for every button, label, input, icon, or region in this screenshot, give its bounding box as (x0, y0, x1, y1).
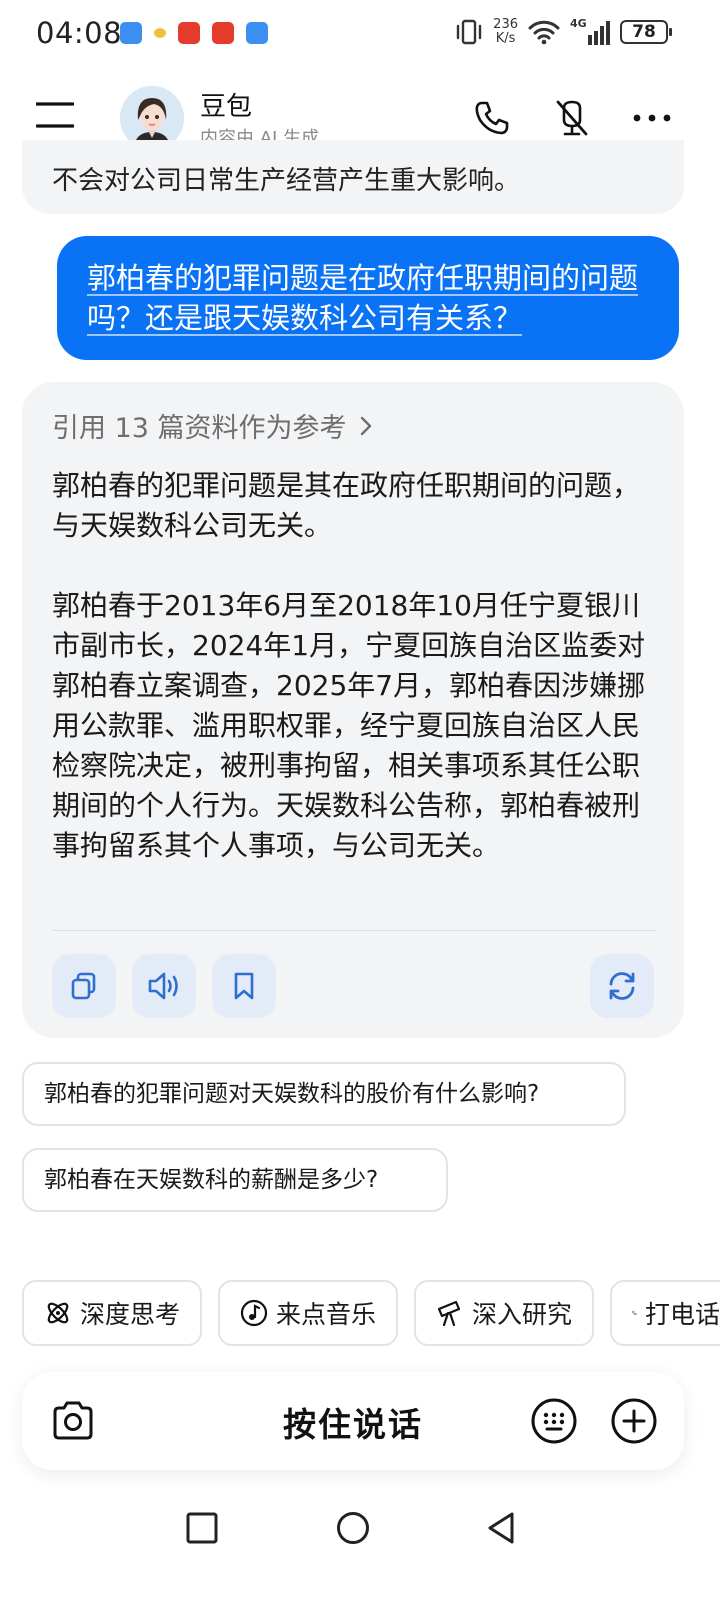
phone-icon (632, 1310, 637, 1316)
notification-app-icon (212, 22, 234, 44)
tool-music[interactable]: 来点音乐 (218, 1280, 398, 1346)
notification-icons (120, 22, 268, 44)
recent-apps-icon[interactable] (184, 1510, 220, 1546)
user-message-text: 郭柏春的犯罪问题是在政府任职期间的问题吗？还是跟天娱数科公司有关系？ (87, 261, 639, 335)
net-speed-value: 236 (493, 17, 518, 32)
atom-icon (47, 1302, 69, 1324)
user-message-bubble[interactable]: 郭柏春的犯罪问题是在政府任职期间的问题吗？还是跟天娱数科公司有关系？ (57, 236, 679, 360)
wifi-icon (528, 20, 560, 45)
notification-dot-icon (154, 28, 166, 38)
cell-signal: 4G (570, 17, 610, 45)
home-icon[interactable] (335, 1510, 371, 1546)
ai-answer-text[interactable]: 郭柏春的犯罪问题是其在政府任职期间的问题，与天娱数科公司无关。 郭柏春于2013… (52, 466, 656, 906)
telescope-icon (437, 1300, 461, 1327)
tool-label: 深度思考 (80, 1300, 181, 1329)
back-icon[interactable] (484, 1510, 520, 1546)
speaker-icon (148, 972, 178, 1000)
refresh-icon (609, 972, 635, 1000)
tool-label: 打电话 (644, 1300, 720, 1329)
tool-deep-think[interactable]: 深度思考 (22, 1280, 202, 1346)
more-icon[interactable] (632, 98, 672, 138)
bookmark-button[interactable] (212, 954, 276, 1018)
copy-button[interactable] (52, 954, 116, 1018)
regenerate-button[interactable] (590, 954, 654, 1018)
input-bar: 按住说话 (22, 1372, 684, 1470)
bookmark-icon (234, 972, 254, 1000)
menu-icon[interactable] (36, 100, 74, 130)
read-aloud-button[interactable] (132, 954, 196, 1018)
hold-to-talk-button[interactable]: 按住说话 (22, 1398, 684, 1446)
notification-app-icon (178, 22, 200, 44)
status-time: 04:08 (36, 16, 123, 50)
tool-deep-research[interactable]: 深入研究 (414, 1280, 594, 1346)
previous-message-text: 不会对公司日常生产经营产生重大影响。 (52, 166, 521, 196)
chevron-right-icon (360, 416, 371, 435)
ai-answer-card: 引用 13 篇资料作为参考 郭柏春的犯罪问题是其在政府任职期间的问题，与天娱数科… (22, 382, 684, 1038)
battery-indicator: 78 (620, 20, 672, 44)
tool-phone-call[interactable]: 打电话 (610, 1280, 720, 1346)
bot-name: 豆包 (200, 92, 253, 122)
copy-icon (71, 972, 96, 1000)
tool-label: 深入研究 (472, 1300, 573, 1329)
tool-label: 来点音乐 (276, 1300, 377, 1329)
net-speed-unit: K/s (495, 31, 516, 46)
plus-icon[interactable] (610, 1397, 658, 1445)
reference-text: 引用 13 篇资料作为参考 (52, 413, 347, 444)
network-type: 4G (570, 17, 587, 30)
music-note-icon (240, 1299, 268, 1327)
suggested-question[interactable]: 郭柏春在天娱数科的薪酬是多少? (22, 1148, 448, 1212)
notification-app-icon (246, 22, 268, 44)
net-speed: 236 K/s (493, 18, 518, 46)
ai-paragraph: 郭柏春的犯罪问题是其在政府任职期间的问题，与天娱数科公司无关。 (52, 469, 641, 542)
status-bar: 04:08 236 K/s 4G 78 (0, 0, 720, 70)
reference-sources-link[interactable]: 引用 13 篇资料作为参考 (52, 406, 375, 445)
suggested-question[interactable]: 郭柏春的犯罪问题对天娱数科的股价有什么影响? (22, 1062, 626, 1126)
divider (52, 930, 656, 931)
status-right: 236 K/s 4G 78 (455, 17, 672, 46)
keyboard-icon[interactable] (530, 1397, 578, 1445)
ai-paragraph: 郭柏春于2013年6月至2018年10月任宁夏银川市副市长，2024年1月，宁夏… (52, 589, 646, 862)
notification-app-icon (120, 22, 142, 44)
phone-call-icon[interactable] (472, 98, 512, 138)
speaker-muted-icon[interactable] (552, 98, 592, 138)
vibrate-icon (456, 19, 482, 45)
previous-ai-message: 不会对公司日常生产经营产生重大影响。 (22, 140, 684, 214)
